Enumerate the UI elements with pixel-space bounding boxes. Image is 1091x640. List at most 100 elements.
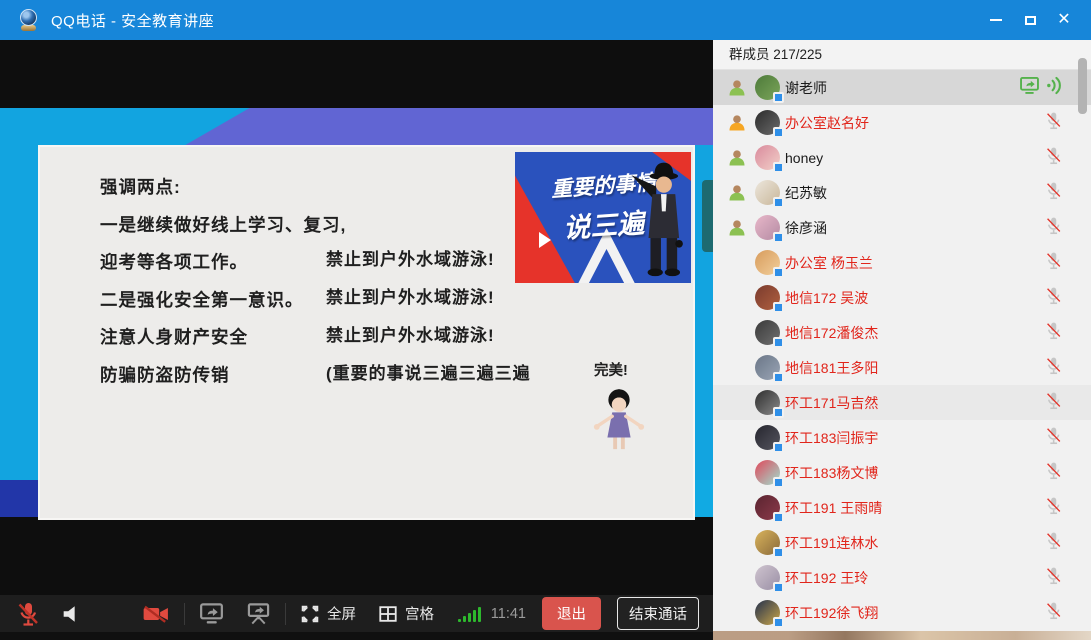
avatar: [755, 145, 780, 170]
mic-muted-icon: [1044, 495, 1063, 521]
member-row[interactable]: 地信172 吴波: [713, 280, 1091, 315]
mic-muted-icon: [1044, 320, 1063, 346]
sharing-icons: [1019, 76, 1063, 100]
member-row[interactable]: 谢老师: [713, 70, 1091, 105]
member-name: 徐彦涵: [785, 218, 827, 238]
mic-muted-icon: [1044, 565, 1063, 591]
members-header: 群成员 217/225: [713, 40, 1091, 70]
member-name: 地信181王多阳: [785, 358, 878, 378]
avatar: [755, 215, 780, 240]
projector-icon[interactable]: [246, 602, 271, 625]
speaker-icon[interactable]: [60, 603, 82, 625]
mic-muted-icon: [1044, 215, 1063, 241]
device-badge: [773, 197, 784, 208]
mic-muted-icon: [1044, 110, 1063, 136]
member-row[interactable]: 环工192 王玲: [713, 560, 1091, 595]
member-row[interactable]: 环工183闫振宇: [713, 420, 1091, 455]
member-row[interactable]: 环工183杨文博: [713, 455, 1091, 490]
member-name: 环工183闫振宇: [785, 428, 878, 448]
avatar: [755, 460, 780, 485]
member-status-icon: [727, 113, 749, 133]
member-row[interactable]: 地信172潘俊杰: [713, 315, 1091, 350]
member-status-icon: [727, 183, 749, 203]
avatar: [755, 390, 780, 415]
sidebar-scrollbar[interactable]: [1078, 58, 1087, 114]
mic-muted-icon: [1044, 390, 1063, 416]
mic-muted-icon: [1044, 530, 1063, 556]
mic-muted-icon: [1044, 355, 1063, 381]
important-things-banner-image: 重要的事情 说三遍: [515, 152, 691, 283]
member-row-partial: [713, 631, 1091, 640]
mic-muted-icon: [1044, 250, 1063, 276]
maximize-button[interactable]: [1013, 6, 1047, 34]
avatar: [755, 285, 780, 310]
device-badge: [773, 162, 784, 173]
device-badge: [773, 407, 784, 418]
member-list: 谢老师: [713, 70, 1091, 630]
screen-sharing-icon: [1019, 76, 1040, 100]
member-row[interactable]: 办公室赵名好: [713, 105, 1091, 140]
member-name: 环工183杨文博: [785, 463, 878, 483]
member-row[interactable]: 地信181王多阳: [713, 350, 1091, 385]
member-name: 地信172潘俊杰: [785, 323, 878, 343]
member-name: 谢老师: [785, 78, 827, 98]
member-name: 地信172 吴波: [785, 288, 868, 308]
end-call-button[interactable]: 结束通话: [617, 597, 699, 630]
call-duration: 11:41: [491, 606, 526, 622]
minimize-button[interactable]: [979, 6, 1013, 34]
member-row[interactable]: 纪苏敏: [713, 175, 1091, 210]
play-arrow-icon: [539, 232, 551, 248]
perfect-woman-illustration: [590, 385, 648, 468]
presentation-slide: 强调两点: 一是继续做好线上学习、复习, 迎考等各项工作。 二是强化安全第一意识…: [38, 145, 695, 520]
exit-button[interactable]: 退出: [542, 597, 601, 630]
member-row[interactable]: 环工171马吉然: [713, 385, 1091, 420]
member-name: 办公室赵名好: [785, 113, 869, 133]
member-name: 环工192徐飞翔: [785, 603, 878, 623]
titlebar: QQ电话 - 安全教育讲座 ✕: [0, 0, 1091, 40]
grid-view-control[interactable]: 宫格: [378, 603, 434, 624]
device-badge: [773, 232, 784, 243]
member-row[interactable]: 办公室 杨玉兰: [713, 245, 1091, 280]
device-badge: [773, 442, 784, 453]
member-row[interactable]: 徐彦涵: [713, 210, 1091, 245]
device-badge: [773, 477, 784, 488]
member-row[interactable]: honey: [713, 140, 1091, 175]
device-badge: [773, 512, 784, 523]
grid-icon: [378, 604, 398, 624]
device-badge: [773, 92, 784, 103]
webcam-icon: [18, 9, 40, 31]
mic-muted-icon: [1044, 460, 1063, 486]
video-edge-artifact: [702, 180, 713, 252]
avatar: [755, 320, 780, 345]
device-badge: [773, 127, 784, 138]
avatar: [755, 75, 780, 100]
mic-muted-icon[interactable]: [16, 601, 40, 627]
screen-share-icon[interactable]: [199, 602, 224, 625]
member-name: 环工192 王玲: [785, 568, 868, 588]
megaphone-man-illustration: [631, 156, 689, 283]
camera-off-icon[interactable]: [142, 603, 170, 625]
window-title: QQ电话 - 安全教育讲座: [51, 10, 214, 31]
device-badge: [773, 617, 784, 628]
member-status-icon: [727, 218, 749, 238]
slide-text-left: 强调两点: 一是继续做好线上学习、复习, 迎考等各项工作。 二是强化安全第一意识…: [100, 169, 346, 394]
member-name: 环工191连林水: [785, 533, 878, 553]
device-badge: [773, 302, 784, 313]
avatar: [755, 180, 780, 205]
perfect-caption: 完美!: [594, 359, 628, 380]
close-button[interactable]: ✕: [1047, 6, 1081, 34]
fullscreen-control[interactable]: 全屏: [300, 603, 356, 624]
device-badge: [773, 582, 784, 593]
device-badge: [773, 337, 784, 348]
avatar: [755, 250, 780, 275]
member-row[interactable]: 环工192徐飞翔: [713, 595, 1091, 630]
avatar: [755, 530, 780, 555]
member-name: honey: [785, 150, 823, 166]
mic-muted-icon: [1044, 285, 1063, 311]
member-row[interactable]: 环工191连林水: [713, 525, 1091, 560]
member-name: 环工191 王雨晴: [785, 498, 882, 518]
signal-strength-icon: [458, 606, 481, 622]
member-row[interactable]: 环工191 王雨晴: [713, 490, 1091, 525]
call-toolbar: 全屏 宫格 11:41 退: [0, 595, 713, 632]
grid-label: 宫格: [405, 603, 434, 624]
